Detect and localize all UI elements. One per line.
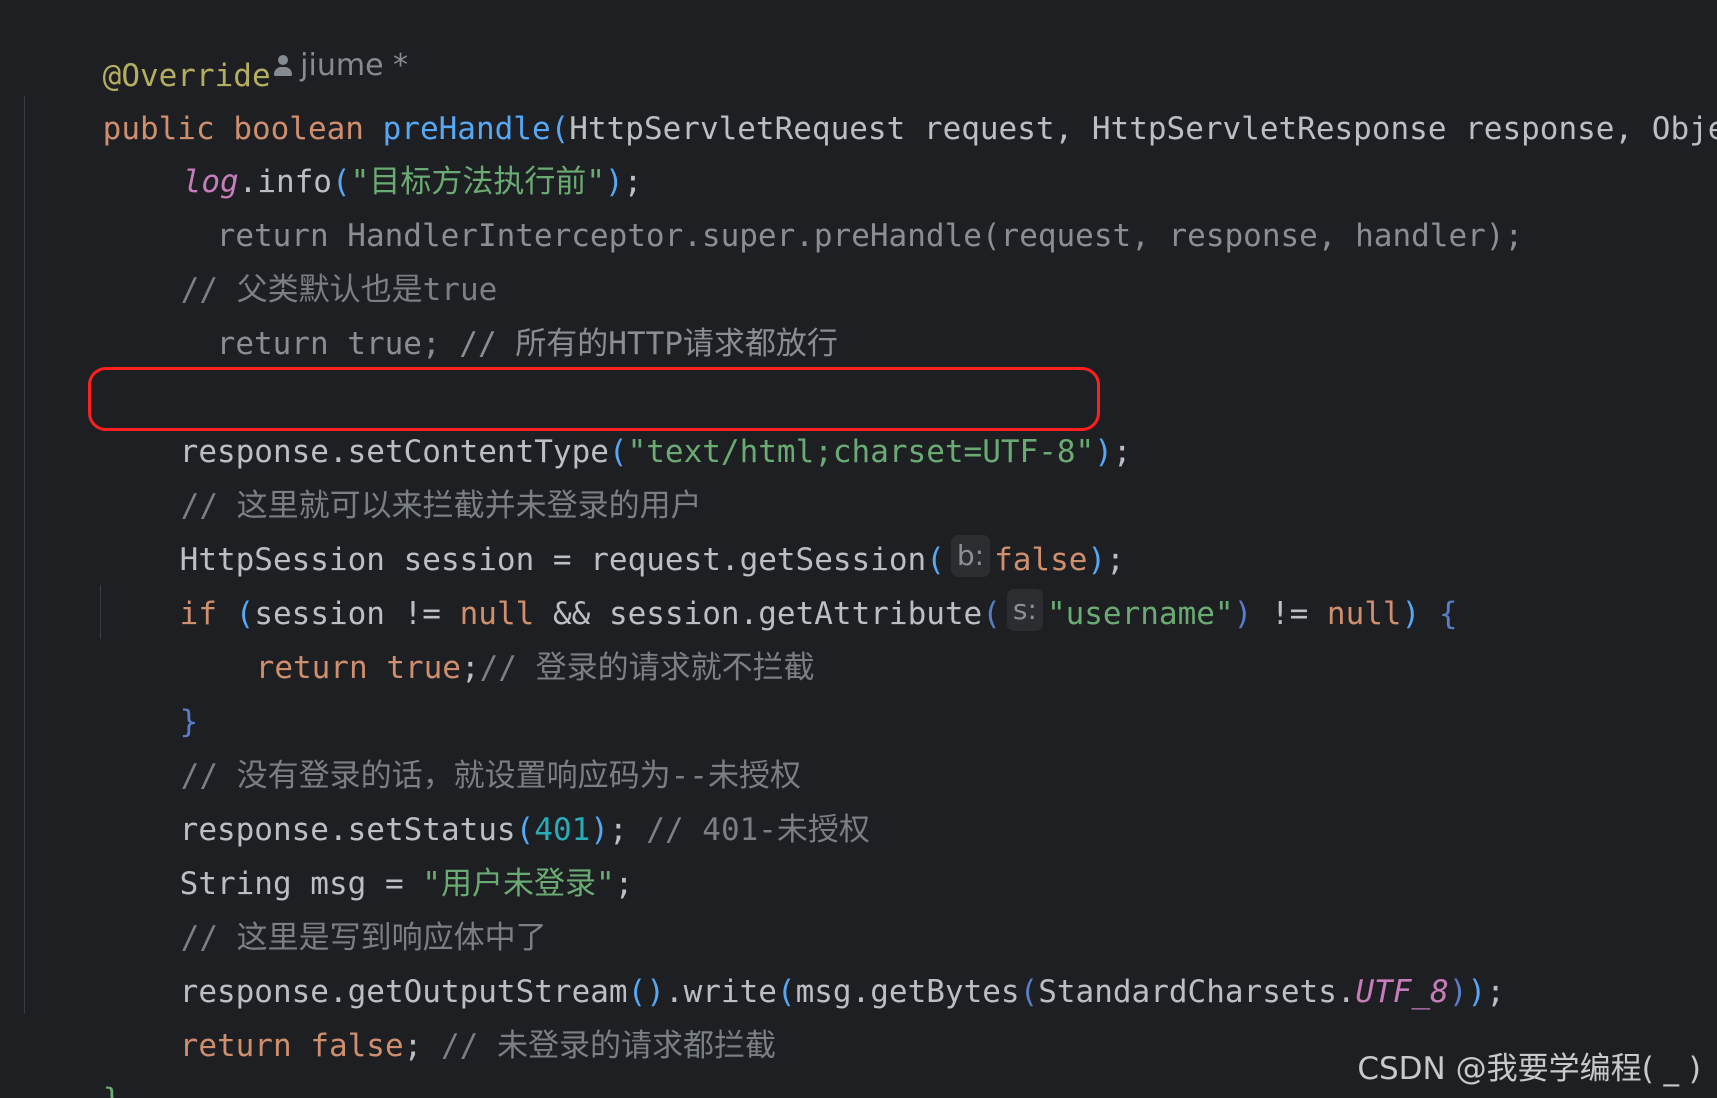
code-line-6: return true; // 所有的HTTP请求都放行: [142, 263, 838, 362]
keyword-return: return: [255, 650, 368, 686]
code-line-11: if (session != null && session.getAttrib…: [105, 533, 1458, 632]
code-line-3: log.info("目标方法执行前");: [108, 101, 643, 200]
utf8-constant: UTF_8: [1355, 974, 1449, 1010]
semicolon: ;: [1486, 974, 1505, 1010]
code-editor[interactable]: @Override jiume * public boolean preHand…: [0, 0, 1717, 1098]
method-parameters: HttpServletRequest request, HttpServletR…: [569, 111, 1717, 147]
comment: // 登录的请求就不拦截: [479, 650, 815, 686]
code-line-14: // 没有登录的话，就设置响应码为--未授权: [106, 695, 801, 794]
close-paren: ): [1233, 596, 1253, 632]
keyword-false: false: [310, 1028, 404, 1064]
code-line-4: return HandlerInterceptor.super.preHandl…: [142, 155, 1523, 254]
code-line-5: // 父类默认也是true: [106, 209, 498, 308]
open-brace: {: [1420, 596, 1458, 632]
code-line-9: // 这里就可以来拦截并未登录的用户: [106, 425, 702, 524]
close-paren: ): [1401, 596, 1421, 632]
code-line-8: response.setContentType("text/html;chars…: [105, 371, 1132, 470]
code-line-19: return false; // 未登录的请求都拦截: [105, 965, 776, 1064]
semicolon: ;: [403, 1028, 423, 1064]
code-line-18: response.getOutputStream().write(msg.get…: [105, 911, 1505, 1010]
condition-right: !=: [1252, 596, 1327, 632]
method-close-brace: }: [103, 1082, 122, 1098]
parameter-hint: s:: [1006, 589, 1043, 631]
close-paren: ): [1094, 434, 1113, 470]
code-line-2: public boolean preHandle(HttpServletRequ…: [28, 48, 1717, 147]
csdn-watermark: CSDN @我要学编程( _ ): [1357, 1051, 1701, 1087]
code-line-10: HttpSession session = request.getSession…: [105, 479, 1125, 578]
keyword-return: return: [179, 1028, 292, 1064]
open-paren: (: [982, 596, 1001, 632]
code-line-20: }: [28, 1019, 122, 1098]
if-indent-guide: [100, 585, 101, 639]
semicolon: ;: [1112, 434, 1132, 470]
commented-return-true: return true; // 所有的HTTP请求都放行: [216, 326, 838, 362]
semicolon: ;: [614, 866, 634, 902]
code-line-12: return true;// 登录的请求就不拦截: [181, 587, 815, 686]
method-indent-guide: [24, 96, 25, 1014]
code-line-17: // 这里是写到响应体中了: [106, 857, 547, 956]
code-line-16: String msg = "用户未登录";: [105, 803, 634, 902]
get-bytes-call: msg.getBytes: [795, 974, 1020, 1010]
close-paren: ): [1448, 974, 1468, 1010]
open-paren: (: [776, 974, 796, 1010]
comment: // 未登录的请求都拦截: [422, 1028, 776, 1064]
semicolon: ;: [460, 650, 480, 686]
keyword-null: null: [1326, 596, 1402, 632]
code-line-15: response.setStatus(401); // 401-未授权: [105, 749, 870, 848]
close-paren: ): [1467, 974, 1487, 1010]
code-line-1: @Override: [28, 0, 271, 94]
keyword-true: true: [386, 650, 461, 686]
string-literal: "username": [1046, 596, 1234, 632]
comment: // 401-未授权: [627, 812, 870, 848]
class-name: StandardCharsets.: [1038, 974, 1356, 1010]
code-author-hint[interactable]: jiume *: [236, 0, 408, 83]
code-line-13: }: [105, 641, 199, 740]
open-paren: (: [1019, 974, 1039, 1010]
